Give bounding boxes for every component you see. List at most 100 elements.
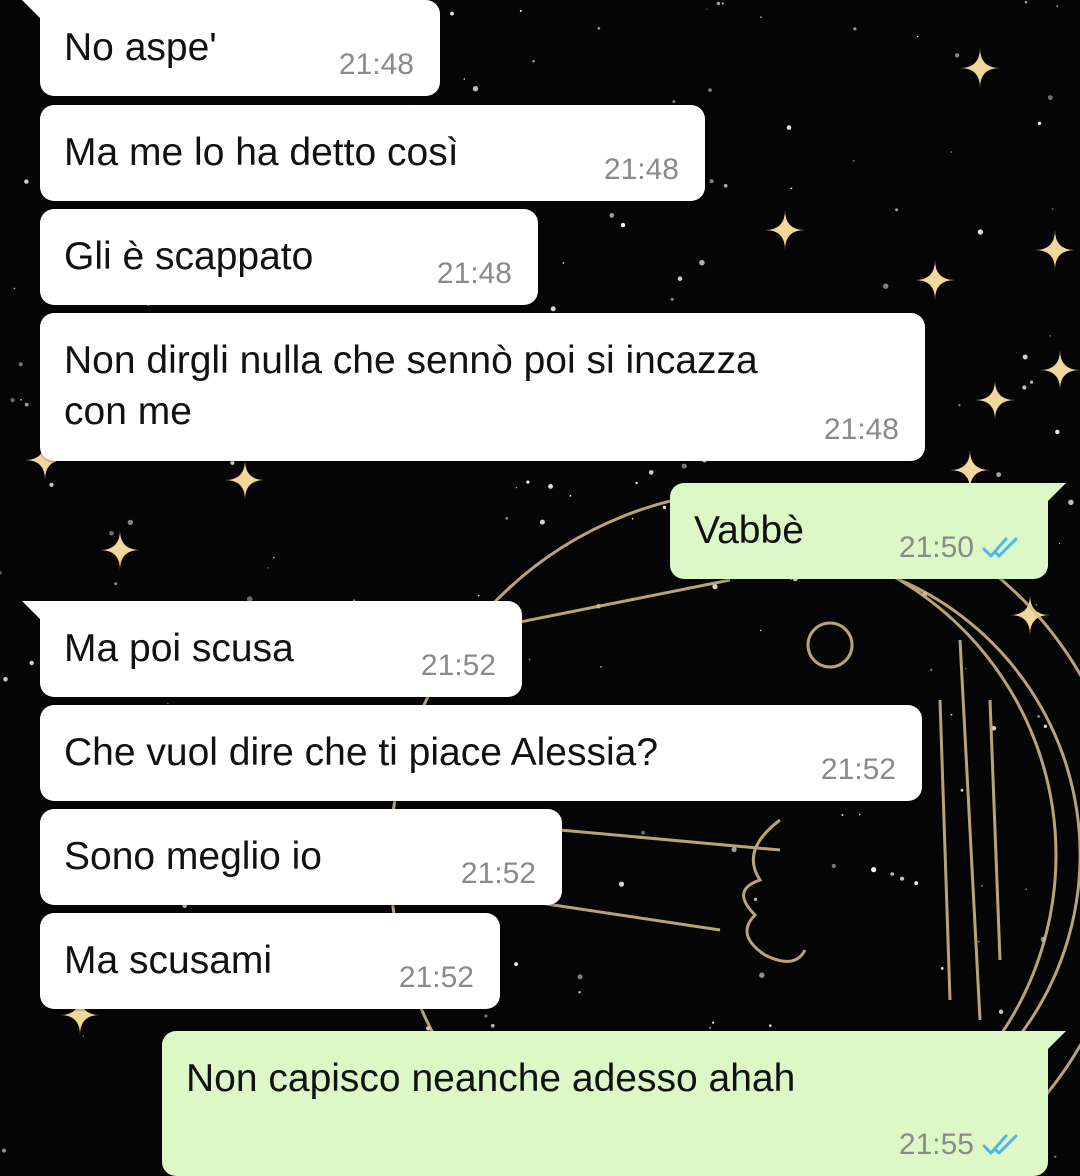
sparkle-star xyxy=(1010,595,1050,635)
message-text: No aspe' xyxy=(64,26,217,69)
star-dot xyxy=(731,846,737,853)
star-dot xyxy=(960,788,964,792)
star-dot xyxy=(490,1023,495,1028)
incoming-message-bubble[interactable]: Ma scusami 21:52 xyxy=(40,913,500,1009)
message-timestamp: 21:48 xyxy=(338,48,414,81)
star-dot xyxy=(273,556,275,559)
star-dot xyxy=(641,830,645,835)
message-text: Gli è scappato xyxy=(64,235,314,278)
star-dot xyxy=(29,660,34,666)
star-dot xyxy=(916,35,919,38)
star-dot xyxy=(841,814,844,816)
star-dot xyxy=(24,402,29,407)
incoming-message-bubble[interactable]: Gli è scappato 21:48 xyxy=(40,209,538,305)
incoming-message-bubble[interactable]: Ma poi scusa 21:52 xyxy=(22,601,522,697)
star-dot xyxy=(515,487,517,489)
sparkle-star xyxy=(1040,350,1080,390)
star-dot xyxy=(716,1,721,6)
star-dot xyxy=(852,159,855,162)
incoming-message-bubble[interactable]: No aspe' 21:48 xyxy=(22,0,440,96)
star-dot xyxy=(978,940,980,943)
star-dot xyxy=(267,567,269,569)
star-dot xyxy=(831,863,836,869)
sparkle-star xyxy=(915,260,955,300)
star-dot xyxy=(562,262,564,264)
incoming-message-bubble[interactable]: Che vuol dire che ti piace Alessia? 21:52 xyxy=(40,705,922,801)
star-dot xyxy=(1054,1155,1057,1159)
message-timestamp: 21:52 xyxy=(820,753,896,786)
star-dot xyxy=(1035,604,1038,606)
star-dot xyxy=(858,813,861,816)
star-dot xyxy=(230,460,235,465)
star-dot xyxy=(712,1021,715,1024)
star-dot xyxy=(958,404,961,407)
message-meta: 21:48 xyxy=(437,257,512,291)
sparkle-star xyxy=(1035,230,1075,270)
star-dot xyxy=(528,658,531,661)
star-dot xyxy=(753,897,758,902)
star-dot xyxy=(1049,335,1051,337)
star-dot xyxy=(760,629,762,632)
sparkle-star xyxy=(765,210,805,250)
star-dot xyxy=(577,974,583,980)
message-meta: 21:48 xyxy=(604,153,679,187)
star-dot xyxy=(505,517,509,520)
star-dot xyxy=(895,208,898,212)
star-dot xyxy=(681,463,687,469)
star-dot xyxy=(472,86,479,92)
star-dot xyxy=(519,10,522,12)
incoming-message-bubble[interactable]: Ma me lo ha detto così 21:48 xyxy=(40,105,705,201)
message-timestamp: 21:52 xyxy=(420,649,496,682)
star-dot xyxy=(0,571,2,575)
star-dot xyxy=(699,259,705,266)
message-meta: 21:52 xyxy=(421,649,496,683)
star-dot xyxy=(24,179,29,184)
star-dot xyxy=(82,1035,85,1037)
star-dot xyxy=(484,1014,488,1018)
sparkle-star xyxy=(100,530,140,570)
star-dot xyxy=(709,179,714,184)
outgoing-message-bubble[interactable]: Non capisco neanche adesso ahah 21:55 xyxy=(162,1031,1066,1176)
star-dot xyxy=(127,519,134,526)
star-dot xyxy=(463,78,466,80)
star-dot xyxy=(450,11,454,16)
star-dot xyxy=(998,1009,1004,1014)
incoming-message-bubble[interactable]: Non dirgli nulla che sennò poi si incazz… xyxy=(40,313,925,461)
star-dot xyxy=(708,88,712,92)
incoming-message-bubble[interactable]: Sono meglio io 21:52 xyxy=(40,809,562,905)
message-meta: 21:55 xyxy=(899,1128,1022,1162)
star-dot xyxy=(1022,354,1028,360)
star-dot xyxy=(1047,95,1053,100)
message-meta: 21:52 xyxy=(399,961,474,995)
star-dot xyxy=(114,582,118,586)
star-dot xyxy=(1059,542,1061,544)
star-dot xyxy=(620,222,626,228)
message-meta: 21:50 xyxy=(899,531,1022,565)
star-dot xyxy=(977,229,984,235)
message-meta: 21:52 xyxy=(821,753,896,787)
message-text: Ma poi scusa xyxy=(64,627,294,670)
star-dot xyxy=(790,187,793,190)
star-dot xyxy=(578,991,581,994)
star-dot xyxy=(1055,429,1060,435)
star-dot xyxy=(550,306,556,312)
bubble-tail xyxy=(22,601,48,627)
star-dot xyxy=(548,484,553,489)
message-timestamp: 21:48 xyxy=(603,153,679,186)
message-meta: 21:52 xyxy=(461,857,536,891)
star-dot xyxy=(1051,208,1054,210)
star-dot xyxy=(950,151,953,153)
star-dot xyxy=(600,666,602,668)
star-dot xyxy=(853,27,857,31)
star-dot xyxy=(1025,888,1027,890)
star-dot xyxy=(618,881,625,887)
outgoing-message-bubble[interactable]: Vabbè 21:50 xyxy=(670,483,1066,579)
message-text: Che vuol dire che ti piace Alessia? xyxy=(64,731,659,774)
star-dot xyxy=(786,125,792,130)
star-dot xyxy=(10,398,15,403)
star-dot xyxy=(13,287,16,290)
star-dot xyxy=(940,967,944,970)
star-dot xyxy=(20,398,22,401)
star-dot xyxy=(900,876,905,881)
star-dot xyxy=(1037,715,1040,718)
